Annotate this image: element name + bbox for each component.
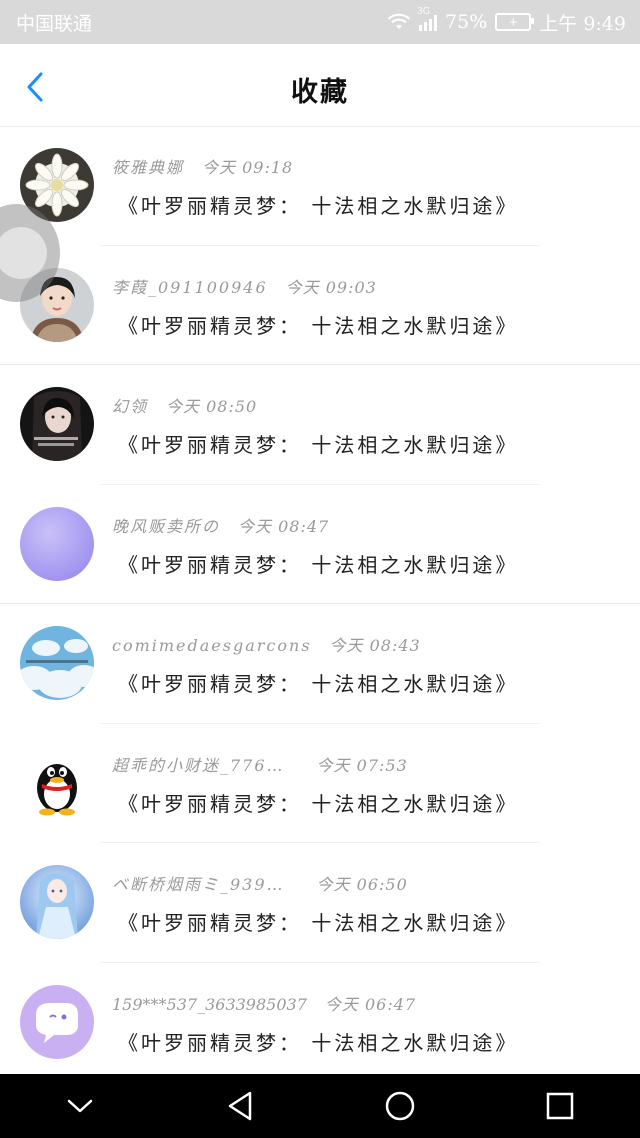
sender-name: 159***537_3633985037 <box>112 994 307 1014</box>
recents-square-icon <box>546 1092 574 1120</box>
clouds-photo-icon <box>20 626 94 700</box>
timestamp: 今天 08:50 <box>166 397 258 416</box>
list-item[interactable]: ベ断桥烟雨ミ_939… 今天 06:50 《叶罗丽精灵梦： 十法相之水默归途》 <box>0 843 640 963</box>
favorite-message[interactable]: 《叶罗丽精灵梦： 十法相之水默归途》 <box>118 668 518 697</box>
avatar[interactable] <box>20 387 94 461</box>
avatar[interactable] <box>20 626 94 700</box>
system-nav-bar <box>0 1074 640 1138</box>
title-bar: 收藏 <box>0 44 640 127</box>
list-item[interactable]: 幻领 今天 08:50 《叶罗丽精灵梦： 十法相之水默归途》 <box>0 365 640 485</box>
favorite-message[interactable]: 《叶罗丽精灵梦： 十法相之水默归途》 <box>118 310 518 339</box>
timestamp: 今天 08:43 <box>329 636 421 655</box>
page-title: 收藏 <box>291 77 349 108</box>
list-item[interactable]: 李葭_091100946 今天 09:03 《叶罗丽精灵梦： 十法相之水默归途》 <box>0 246 640 365</box>
sender-name: comimedaesgarcons <box>112 636 312 655</box>
list-item[interactable]: 159***537_3633985037 今天 06:47 《叶罗丽精灵梦： 十法… <box>0 963 640 1083</box>
penguin-icon <box>20 745 94 820</box>
avatar[interactable] <box>20 865 94 939</box>
list-item[interactable]: comimedaesgarcons 今天 08:43 《叶罗丽精灵梦： 十法相之水… <box>0 604 640 724</box>
status-bar: 中国联通 3G 75% + 上午 9:49 <box>0 0 640 44</box>
network-type-label: 3G <box>417 7 430 17</box>
battery-percent: 75% <box>445 11 488 33</box>
avatar[interactable] <box>20 745 94 820</box>
favorite-message[interactable]: 《叶罗丽精灵梦： 十法相之水默归途》 <box>118 190 518 219</box>
timestamp: 今天 09:18 <box>202 158 294 177</box>
timestamp: 今天 06:50 <box>316 875 408 894</box>
purple-gradient-icon <box>20 506 94 581</box>
list-item[interactable]: 晚风贩卖所の 今天 08:47 《叶罗丽精灵梦： 十法相之水默归途》 <box>0 485 640 604</box>
sender-line: 晚风贩卖所の 今天 08:47 <box>112 513 329 537</box>
favorite-message[interactable]: 《叶罗丽精灵梦： 十法相之水默归途》 <box>118 907 518 936</box>
sender-name: ベ断桥烟雨ミ_939… <box>112 875 285 894</box>
back-triangle-icon <box>228 1091 252 1121</box>
avatar[interactable] <box>20 506 94 581</box>
chevron-down-icon <box>67 1099 93 1113</box>
chat-bubble-icon <box>20 984 94 1059</box>
favorite-message[interactable]: 《叶罗丽精灵梦： 十法相之水默归途》 <box>118 429 518 458</box>
sender-name: 李葭_091100946 <box>112 277 268 297</box>
anime-girl-photo-icon <box>20 865 94 939</box>
home-nav-button[interactable] <box>370 1081 430 1131</box>
timestamp: 今天 07:53 <box>316 755 408 775</box>
sender-line: ベ断桥烟雨ミ_939… 今天 06:50 <box>112 871 408 895</box>
sender-name: 筱雅典娜 <box>112 158 185 177</box>
back-nav-button[interactable] <box>210 1081 270 1131</box>
favorites-list[interactable]: 筱雅典娜 今天 09:18 《叶罗丽精灵梦： 十法相之水默归途》 李葭_09110… <box>0 126 640 1082</box>
favorite-message[interactable]: 《叶罗丽精灵梦： 十法相之水默归途》 <box>118 549 518 578</box>
recents-nav-button[interactable] <box>530 1081 590 1131</box>
avatar[interactable] <box>20 984 94 1059</box>
wifi-icon <box>387 13 411 29</box>
favorites-page: 中国联通 3G 75% + 上午 9:49 收藏 筱雅典娜 今天 09:18 《… <box>0 0 640 1138</box>
favorite-message[interactable]: 《叶罗丽精灵梦： 十法相之水默归途》 <box>118 788 518 817</box>
sender-line: comimedaesgarcons 今天 08:43 <box>112 632 421 656</box>
sender-name: 幻领 <box>112 397 149 416</box>
sender-line: 超乖的小财迷_776… 今天 07:53 <box>112 752 408 776</box>
floating-ball-core <box>0 227 47 279</box>
carrier-label: 中国联通 <box>16 12 93 35</box>
list-item[interactable]: 筱雅典娜 今天 09:18 《叶罗丽精灵梦： 十法相之水默归途》 <box>0 126 640 246</box>
dark-portrait-photo-icon <box>20 387 94 461</box>
home-circle-icon <box>385 1091 415 1121</box>
battery-icon: + <box>495 13 535 31</box>
favorite-message[interactable]: 《叶罗丽精灵梦： 十法相之水默归途》 <box>118 1027 518 1056</box>
sender-name: 超乖的小财迷_776… <box>112 755 285 775</box>
sender-line: 李葭_091100946 今天 09:03 <box>112 274 377 298</box>
clock: 上午 9:49 <box>539 12 626 35</box>
timestamp: 今天 08:47 <box>238 516 330 536</box>
status-icons: 3G 75% + 上午 9:49 <box>387 7 626 36</box>
list-item[interactable]: 超乖的小财迷_776… 今天 07:53 《叶罗丽精灵梦： 十法相之水默归途》 <box>0 724 640 843</box>
timestamp: 今天 06:47 <box>324 994 417 1014</box>
cellular-signal-icon: 3G <box>417 7 438 31</box>
sender-line: 幻领 今天 08:50 <box>112 393 257 417</box>
sender-name: 晚风贩卖所の <box>112 516 221 536</box>
timestamp: 今天 09:03 <box>285 277 377 297</box>
sender-line: 筱雅典娜 今天 09:18 <box>112 154 293 178</box>
hide-nav-button[interactable] <box>50 1081 110 1131</box>
sender-line: 159***537_3633985037 今天 06:47 <box>112 991 416 1015</box>
